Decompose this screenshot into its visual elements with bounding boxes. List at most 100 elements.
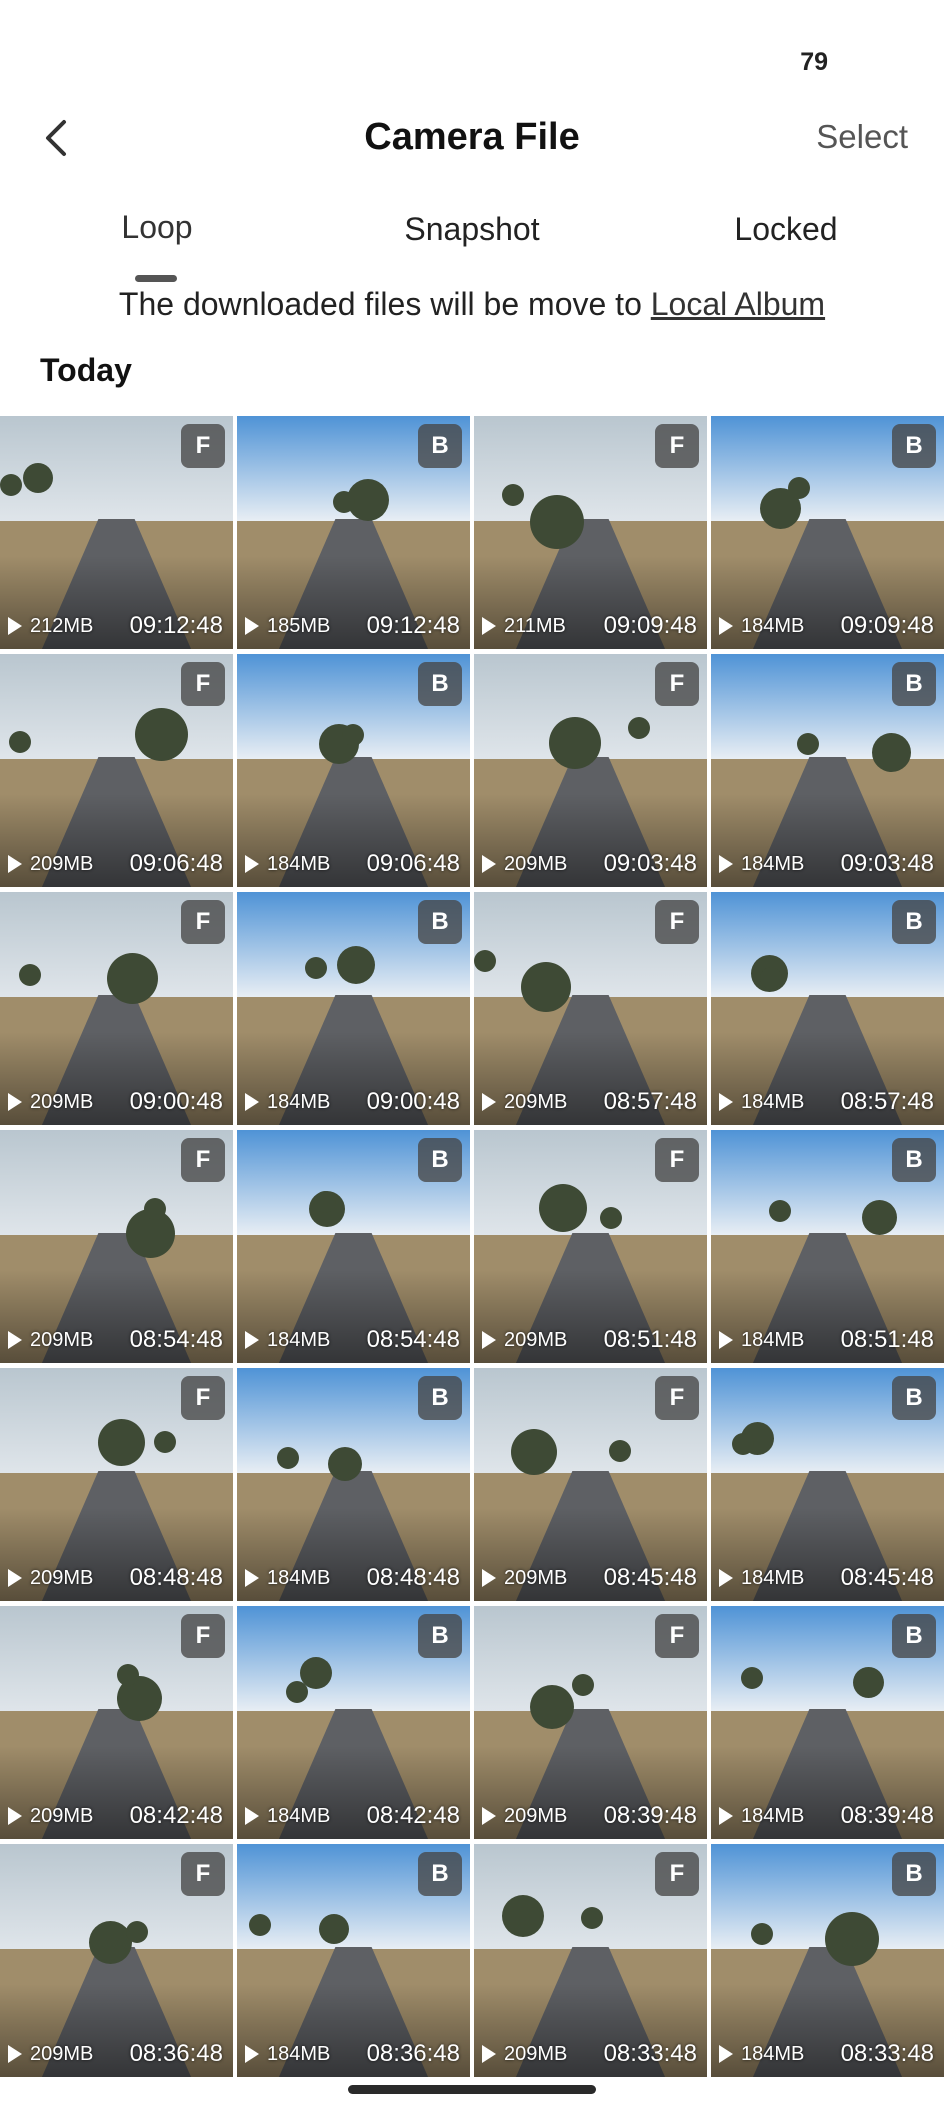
tile-info: 209MB 08:39:48: [482, 1801, 697, 1831]
camera-badge: B: [418, 1614, 462, 1658]
video-thumbnail[interactable]: B 184MB 08:48:48: [237, 1368, 470, 1601]
video-thumbnail[interactable]: F 209MB 08:54:48: [0, 1130, 233, 1363]
play-icon: [8, 1807, 22, 1825]
play-icon: [482, 1569, 496, 1587]
tile-info: 209MB 08:54:48: [8, 1325, 223, 1355]
tile-info: 184MB 09:00:48: [245, 1087, 460, 1117]
video-thumbnail[interactable]: B 185MB 09:12:48: [237, 416, 470, 649]
video-thumbnail[interactable]: B 184MB 08:51:48: [711, 1130, 944, 1363]
status-number: 79: [800, 48, 828, 76]
video-thumbnail[interactable]: B 184MB 08:54:48: [237, 1130, 470, 1363]
camera-badge: B: [892, 662, 936, 706]
local-album-link[interactable]: Local Album: [651, 286, 825, 322]
video-thumbnail[interactable]: B 184MB 08:36:48: [237, 1844, 470, 2077]
play-icon: [245, 1093, 259, 1111]
file-size: 209MB: [30, 2042, 94, 2065]
play-icon: [482, 855, 496, 873]
file-size: 209MB: [504, 1804, 568, 1827]
file-time: 09:03:48: [603, 850, 697, 877]
file-time: 09:12:48: [129, 612, 223, 639]
video-thumbnail[interactable]: F 209MB 09:00:48: [0, 892, 233, 1125]
camera-badge: B: [892, 1376, 936, 1420]
home-indicator[interactable]: [348, 2085, 596, 2094]
video-thumbnail[interactable]: F 209MB 08:48:48: [0, 1368, 233, 1601]
active-tab-indicator: [135, 275, 177, 282]
tile-info: 184MB 08:42:48: [245, 1801, 460, 1831]
file-time: 09:09:48: [840, 612, 934, 639]
file-size: 184MB: [267, 852, 331, 875]
file-time: 08:45:48: [603, 1564, 697, 1591]
file-time: 09:06:48: [129, 850, 223, 877]
video-thumbnail[interactable]: F 209MB 08:33:48: [474, 1844, 707, 2077]
section-title: Today: [40, 352, 132, 388]
play-icon: [719, 1807, 733, 1825]
select-button[interactable]: Select: [816, 118, 908, 156]
play-icon: [482, 1331, 496, 1349]
tile-info: 209MB 08:36:48: [8, 2039, 223, 2069]
tile-info: 209MB 08:33:48: [482, 2039, 697, 2069]
play-icon: [8, 855, 22, 873]
file-size: 211MB: [504, 614, 566, 637]
camera-badge: F: [655, 1138, 699, 1182]
tile-info: 209MB 08:51:48: [482, 1325, 697, 1355]
play-icon: [245, 855, 259, 873]
file-time: 09:03:48: [840, 850, 934, 877]
video-thumbnail[interactable]: B 184MB 09:00:48: [237, 892, 470, 1125]
file-time: 08:54:48: [129, 1326, 223, 1353]
file-time: 08:51:48: [603, 1326, 697, 1353]
camera-badge: F: [181, 1614, 225, 1658]
play-icon: [8, 617, 22, 635]
file-size: 184MB: [267, 1090, 331, 1113]
file-size: 209MB: [30, 1090, 94, 1113]
tile-info: 184MB 08:54:48: [245, 1325, 460, 1355]
file-time: 08:57:48: [840, 1088, 934, 1115]
play-icon: [8, 1569, 22, 1587]
video-thumbnail[interactable]: B 184MB 08:45:48: [711, 1368, 944, 1601]
camera-badge: B: [418, 1138, 462, 1182]
file-size: 209MB: [30, 1804, 94, 1827]
download-info-text: The downloaded files will be move to: [118, 286, 651, 322]
video-thumbnail[interactable]: F 209MB 08:57:48: [474, 892, 707, 1125]
video-thumbnail[interactable]: B 184MB 08:39:48: [711, 1606, 944, 1839]
video-thumbnail[interactable]: B 184MB 09:06:48: [237, 654, 470, 887]
video-thumbnail[interactable]: F 209MB 08:39:48: [474, 1606, 707, 1839]
video-thumbnail[interactable]: F 212MB 09:12:48: [0, 416, 233, 649]
file-size: 184MB: [741, 2042, 805, 2065]
file-size: 209MB: [30, 852, 94, 875]
tab-locked[interactable]: Locked: [734, 211, 837, 248]
file-time: 09:09:48: [603, 612, 697, 639]
file-time: 08:48:48: [366, 1564, 460, 1591]
file-time: 08:42:48: [129, 1802, 223, 1829]
camera-badge: F: [181, 900, 225, 944]
video-thumbnail[interactable]: B 184MB 09:03:48: [711, 654, 944, 887]
video-thumbnail[interactable]: B 184MB 08:42:48: [237, 1606, 470, 1839]
file-size: 209MB: [504, 852, 568, 875]
tab-loop[interactable]: Loop: [121, 209, 192, 246]
video-thumbnail[interactable]: B 184MB 09:09:48: [711, 416, 944, 649]
video-thumbnail[interactable]: B 184MB 08:57:48: [711, 892, 944, 1125]
video-thumbnail[interactable]: F 209MB 09:03:48: [474, 654, 707, 887]
video-thumbnail[interactable]: B 184MB 08:33:48: [711, 1844, 944, 2077]
video-thumbnail[interactable]: F 209MB 08:42:48: [0, 1606, 233, 1839]
camera-badge: F: [181, 662, 225, 706]
camera-badge: F: [181, 424, 225, 468]
camera-badge: B: [418, 1376, 462, 1420]
tile-info: 209MB 08:57:48: [482, 1087, 697, 1117]
file-time: 09:12:48: [366, 612, 460, 639]
tab-snapshot[interactable]: Snapshot: [404, 211, 539, 248]
camera-badge: F: [655, 1614, 699, 1658]
video-thumbnail[interactable]: F 211MB 09:09:48: [474, 416, 707, 649]
video-thumbnail[interactable]: F 209MB 08:45:48: [474, 1368, 707, 1601]
camera-badge: B: [892, 1138, 936, 1182]
file-time: 09:06:48: [366, 850, 460, 877]
video-thumbnail[interactable]: F 209MB 08:36:48: [0, 1844, 233, 2077]
file-time: 08:33:48: [603, 2040, 697, 2067]
camera-badge: F: [181, 1138, 225, 1182]
file-time: 08:36:48: [129, 2040, 223, 2067]
camera-badge: F: [655, 1376, 699, 1420]
video-thumbnail[interactable]: F 209MB 09:06:48: [0, 654, 233, 887]
video-thumbnail[interactable]: F 209MB 08:51:48: [474, 1130, 707, 1363]
camera-badge: F: [655, 900, 699, 944]
file-size: 212MB: [30, 614, 94, 637]
file-time: 08:45:48: [840, 1564, 934, 1591]
